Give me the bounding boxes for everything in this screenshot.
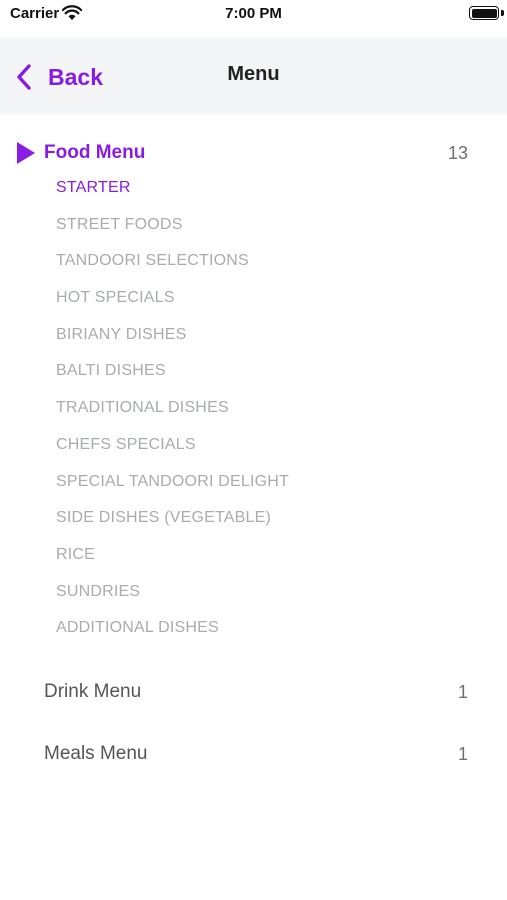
category-item-balti-dishes[interactable]: BALTI DISHES — [56, 361, 289, 398]
status-bar: Carrier 7:00 PM — [0, 0, 507, 38]
category-item-biriany-dishes[interactable]: BIRIANY DISHES — [56, 325, 289, 362]
category-item-traditional-dishes[interactable]: TRADITIONAL DISHES — [56, 398, 289, 435]
menu-header-meals[interactable]: Meals Menu 1 — [0, 735, 507, 775]
navigation-bar: Back Menu — [0, 38, 507, 114]
menu-count-drink: 1 — [457, 682, 468, 702]
category-item-additional-dishes[interactable]: ADDITIONAL DISHES — [56, 618, 289, 655]
category-item-tandoori-selections[interactable]: TANDOORI SELECTIONS — [56, 251, 289, 288]
category-item-side-dishes[interactable]: SIDE DISHES (VEGETABLE) — [56, 508, 289, 545]
page-title: Menu — [227, 63, 280, 85]
category-item-hot-specials[interactable]: HOT SPECIALS — [56, 288, 289, 325]
menu-header-food[interactable]: Food Menu 13 — [0, 134, 507, 174]
menu-title-drink: Drink Menu — [44, 681, 142, 702]
menu-count-meals: 1 — [457, 744, 468, 764]
menu-screen: Carrier 7:00 PM Back Menu Food Menu 13 S… — [0, 0, 507, 900]
status-time: 7:00 PM — [225, 5, 282, 22]
battery-icon — [469, 6, 499, 20]
category-item-special-tandoori-delight[interactable]: SPECIAL TANDOORI DELIGHT — [56, 472, 289, 509]
menu-group-food: Food Menu 13 STARTER STREET FOODS TANDOO… — [0, 134, 507, 636]
menu-group-drink: Drink Menu 1 — [0, 673, 507, 713]
menu-count-food: 13 — [447, 143, 468, 163]
battery-tip — [501, 10, 504, 16]
category-item-chefs-specials[interactable]: CHEFS SPECIALS — [56, 435, 289, 472]
menu-group-meals: Meals Menu 1 — [0, 735, 507, 775]
play-triangle-icon — [17, 142, 35, 164]
category-item-sundries[interactable]: SUNDRIES — [56, 582, 289, 619]
category-item-street-foods[interactable]: STREET FOODS — [56, 215, 289, 252]
menu-title-meals: Meals Menu — [44, 743, 148, 764]
menu-header-drink[interactable]: Drink Menu 1 — [0, 673, 507, 713]
category-item-starter[interactable]: STARTER — [56, 178, 289, 215]
category-list: STARTER STREET FOODS TANDOORI SELECTIONS… — [56, 178, 289, 655]
category-item-rice[interactable]: RICE — [56, 545, 289, 582]
menu-title-food: Food Menu — [44, 142, 146, 163]
battery-fill — [471, 8, 497, 18]
